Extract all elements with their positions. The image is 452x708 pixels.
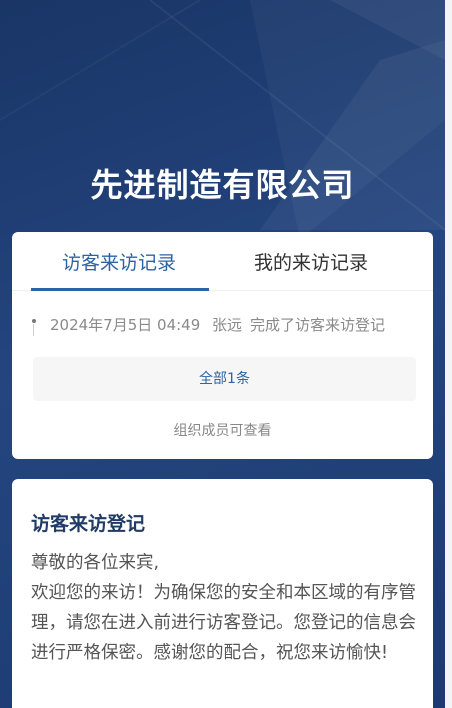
members-visibility-note: 组织成员可查看 — [173, 423, 272, 439]
record-action: 完成了访客来访登记 — [250, 316, 386, 334]
tab-visitor-records-label: 访客来访记录 — [61, 252, 176, 274]
tab-my-records-label: 我的来访记录 — [253, 252, 368, 274]
tab-visitor-records[interactable]: 访客来访记录 — [31, 232, 209, 291]
edge-strip — [445, 0, 452, 708]
list-item: 2024年7月5日 04:49 张远 完成了访客来访登记 — [32, 314, 427, 338]
registration-text: 欢迎您的来访！为确保您的安全和本区域的有序管理，请您在进入前进行访客登记。您登记… — [31, 583, 416, 663]
records-tabs: 访客来访记录 我的来访记录 — [12, 232, 433, 291]
registration-greeting: 尊敬的各位来宾, — [31, 553, 160, 573]
tab-my-records[interactable]: 我的来访记录 — [223, 232, 399, 290]
active-tab-indicator — [31, 288, 209, 291]
registration-title: 访客来访登记 — [31, 513, 146, 535]
registration-message: 尊敬的各位来宾, 欢迎您的来访！为确保您的安全和本区域的有序管理，请您在进入前进… — [31, 548, 417, 668]
record-visitor-name: 张远 — [212, 316, 243, 334]
visit-records-card: 访客来访记录 我的来访记录 2024年7月5日 04:49 张远 完成了访客来访… — [12, 232, 433, 459]
record-time: 2024年7月5日 04:49 — [50, 316, 201, 334]
timeline-line — [33, 324, 34, 336]
timeline-dot-icon — [32, 319, 36, 323]
company-name: 先进制造有限公司 — [90, 166, 355, 204]
visitor-registration-card: 访客来访登记 尊敬的各位来宾, 欢迎您的来访！为确保您的安全和本区域的有序管理，… — [12, 479, 433, 708]
view-all-button[interactable]: 全部1条 — [33, 357, 416, 401]
visitor-screen: 先进制造有限公司 访客来访记录 我的来访记录 2024年7月5日 04:49 张… — [0, 0, 445, 708]
